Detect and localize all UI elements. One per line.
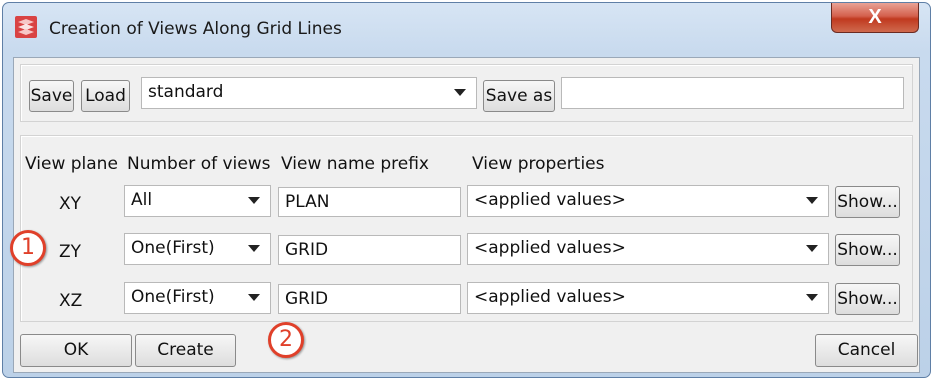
show-button-xy[interactable]: Show... bbox=[835, 186, 900, 218]
number-of-views-value: One(First) bbox=[131, 238, 215, 258]
number-of-views-dropdown-zy[interactable]: One(First) bbox=[124, 233, 271, 265]
view-plane-label-xz: XZ bbox=[59, 291, 83, 311]
preset-value: standard bbox=[148, 82, 224, 102]
view-properties-value: <applied values> bbox=[474, 190, 626, 210]
view-properties-dropdown-zy[interactable]: <applied values> bbox=[467, 233, 829, 265]
load-button[interactable]: Load bbox=[81, 80, 130, 112]
view-name-prefix-input-xz[interactable]: GRID bbox=[278, 284, 461, 314]
header-view-properties: View properties bbox=[472, 154, 605, 174]
number-of-views-dropdown-xy[interactable]: All bbox=[124, 185, 271, 217]
chevron-down-icon bbox=[248, 294, 260, 301]
show-button-zy[interactable]: Show... bbox=[835, 234, 900, 266]
create-button[interactable]: Create bbox=[135, 334, 236, 367]
save-as-button[interactable]: Save as bbox=[483, 80, 555, 112]
number-of-views-dropdown-xz[interactable]: One(First) bbox=[124, 282, 271, 314]
callout-badge-2: 2 bbox=[268, 322, 304, 358]
number-of-views-value: All bbox=[131, 190, 153, 210]
title-bar[interactable]: Creation of Views Along Grid Lines X bbox=[3, 3, 930, 57]
save-as-input[interactable] bbox=[561, 77, 904, 109]
number-of-views-value: One(First) bbox=[131, 287, 215, 307]
view-properties-dropdown-xz[interactable]: <applied values> bbox=[467, 282, 829, 314]
view-settings-panel: View plane Number of views View name pre… bbox=[20, 135, 913, 322]
view-plane-label-xy: XY bbox=[59, 194, 82, 214]
window-title: Creation of Views Along Grid Lines bbox=[49, 19, 342, 39]
view-plane-label-zy: ZY bbox=[59, 242, 82, 262]
close-icon: X bbox=[868, 6, 882, 28]
ok-button[interactable]: OK bbox=[20, 334, 132, 367]
header-view-plane: View plane bbox=[25, 154, 118, 174]
cancel-button[interactable]: Cancel bbox=[815, 334, 918, 367]
show-button-xz[interactable]: Show... bbox=[835, 283, 900, 315]
dialog-window: Creation of Views Along Grid Lines X Sav… bbox=[2, 2, 931, 378]
preset-dropdown[interactable]: standard bbox=[141, 77, 477, 109]
header-view-name-prefix: View name prefix bbox=[281, 154, 429, 174]
chevron-down-icon bbox=[454, 89, 466, 96]
view-properties-value: <applied values> bbox=[474, 238, 626, 258]
callout-badge-1: 1 bbox=[10, 230, 46, 266]
view-name-prefix-input-zy[interactable]: GRID bbox=[278, 235, 461, 265]
close-button[interactable]: X bbox=[831, 3, 919, 33]
chevron-down-icon bbox=[806, 294, 818, 301]
view-name-prefix-input-xy[interactable]: PLAN bbox=[278, 187, 461, 217]
app-icon bbox=[15, 16, 37, 38]
view-properties-dropdown-xy[interactable]: <applied values> bbox=[467, 185, 829, 217]
view-properties-value: <applied values> bbox=[474, 287, 626, 307]
save-button[interactable]: Save bbox=[29, 80, 74, 112]
header-number-of-views: Number of views bbox=[127, 154, 271, 174]
settings-toolbar-panel: Save Load standard Save as bbox=[20, 64, 913, 122]
chevron-down-icon bbox=[806, 245, 818, 252]
chevron-down-icon bbox=[248, 197, 260, 204]
chevron-down-icon bbox=[806, 197, 818, 204]
dialog-client-area: Save Load standard Save as View plane Nu… bbox=[13, 57, 920, 373]
chevron-down-icon bbox=[248, 245, 260, 252]
